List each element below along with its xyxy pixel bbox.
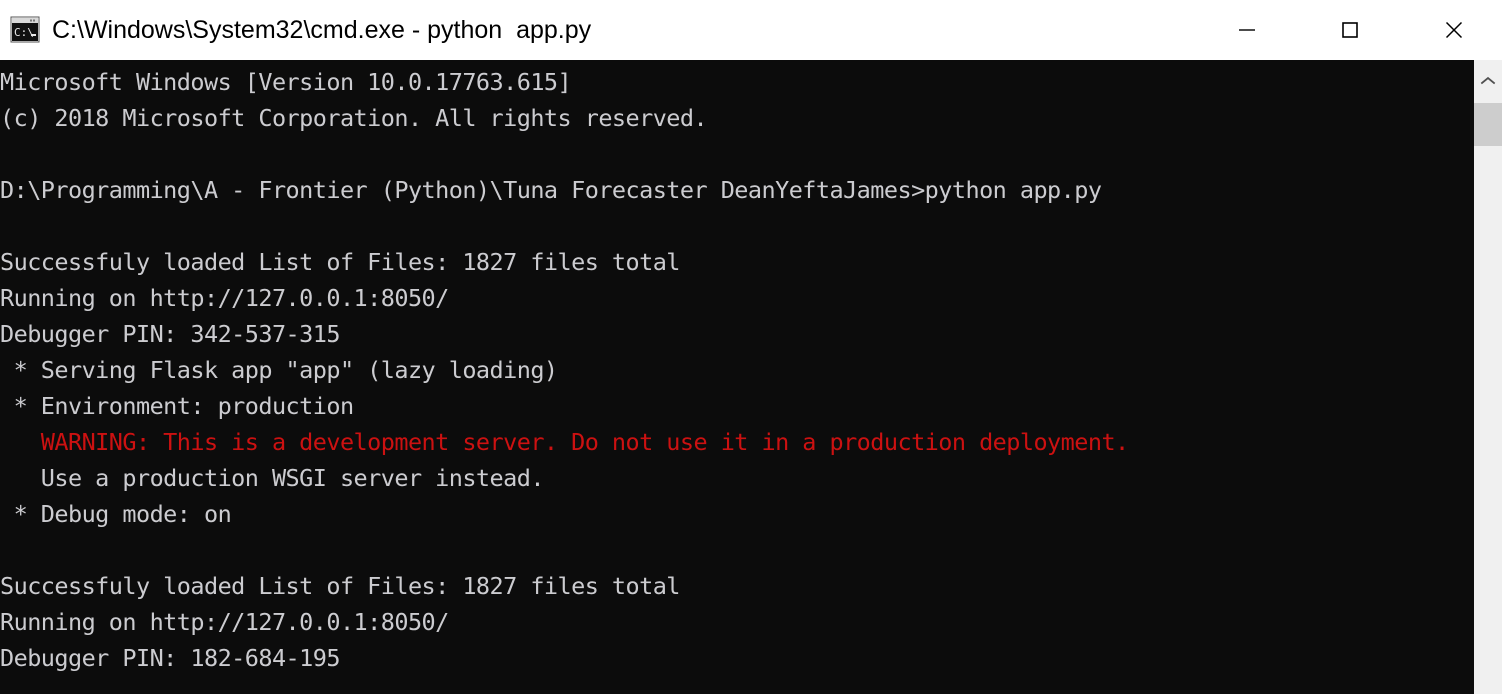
console-line: Running on http://127.0.0.1:8050/ [0, 284, 449, 312]
console-line: * Environment: production [0, 392, 355, 420]
console-line: Use a production WSGI server instead. [0, 464, 545, 492]
window-titlebar[interactable]: C:\ C:\Windows\System32\cmd.exe - python… [0, 0, 1502, 60]
minimize-button[interactable] [1224, 0, 1270, 60]
vertical-scrollbar[interactable] [1472, 60, 1502, 694]
cmd-window: C:\ C:\Windows\System32\cmd.exe - python… [0, 0, 1502, 694]
console-line: Debugger PIN: 342-537-315 [0, 320, 341, 348]
console-text: Microsoft Windows [Version 10.0.17763.61… [0, 60, 1472, 676]
console-output-area[interactable]: Microsoft Windows [Version 10.0.17763.61… [0, 60, 1472, 694]
scrollbar-thumb[interactable] [1474, 103, 1502, 146]
close-icon [1445, 21, 1463, 39]
close-button[interactable] [1431, 0, 1477, 60]
scroll-up-button[interactable] [1474, 60, 1502, 102]
console-line: Running on http://127.0.0.1:8050/ [0, 608, 449, 636]
console-line: D:\Programming\A - Frontier (Python)\Tun… [0, 176, 1102, 204]
console-line: Microsoft Windows [Version 10.0.17763.61… [0, 68, 572, 96]
minimize-icon [1239, 29, 1255, 31]
console-line: (c) 2018 Microsoft Corporation. All righ… [0, 104, 708, 132]
console-line: Successfuly loaded List of Files: 1827 f… [0, 572, 680, 600]
console-line: WARNING: This is a development server. D… [0, 428, 1129, 456]
console-line: * Serving Flask app "app" (lazy loading) [0, 356, 558, 384]
svg-text:C:\: C:\ [14, 26, 34, 39]
maximize-button[interactable] [1327, 0, 1373, 60]
window-title: C:\Windows\System32\cmd.exe - python app… [52, 16, 592, 44]
console-line: Successfuly loaded List of Files: 1827 f… [0, 248, 680, 276]
cmd-console-icon: C:\ [10, 15, 40, 45]
console-line: Debugger PIN: 182-684-195 [0, 644, 341, 672]
console-line: * Debug mode: on [0, 500, 232, 528]
maximize-icon [1342, 22, 1358, 38]
scroll-up-arrow-icon [1480, 76, 1496, 85]
